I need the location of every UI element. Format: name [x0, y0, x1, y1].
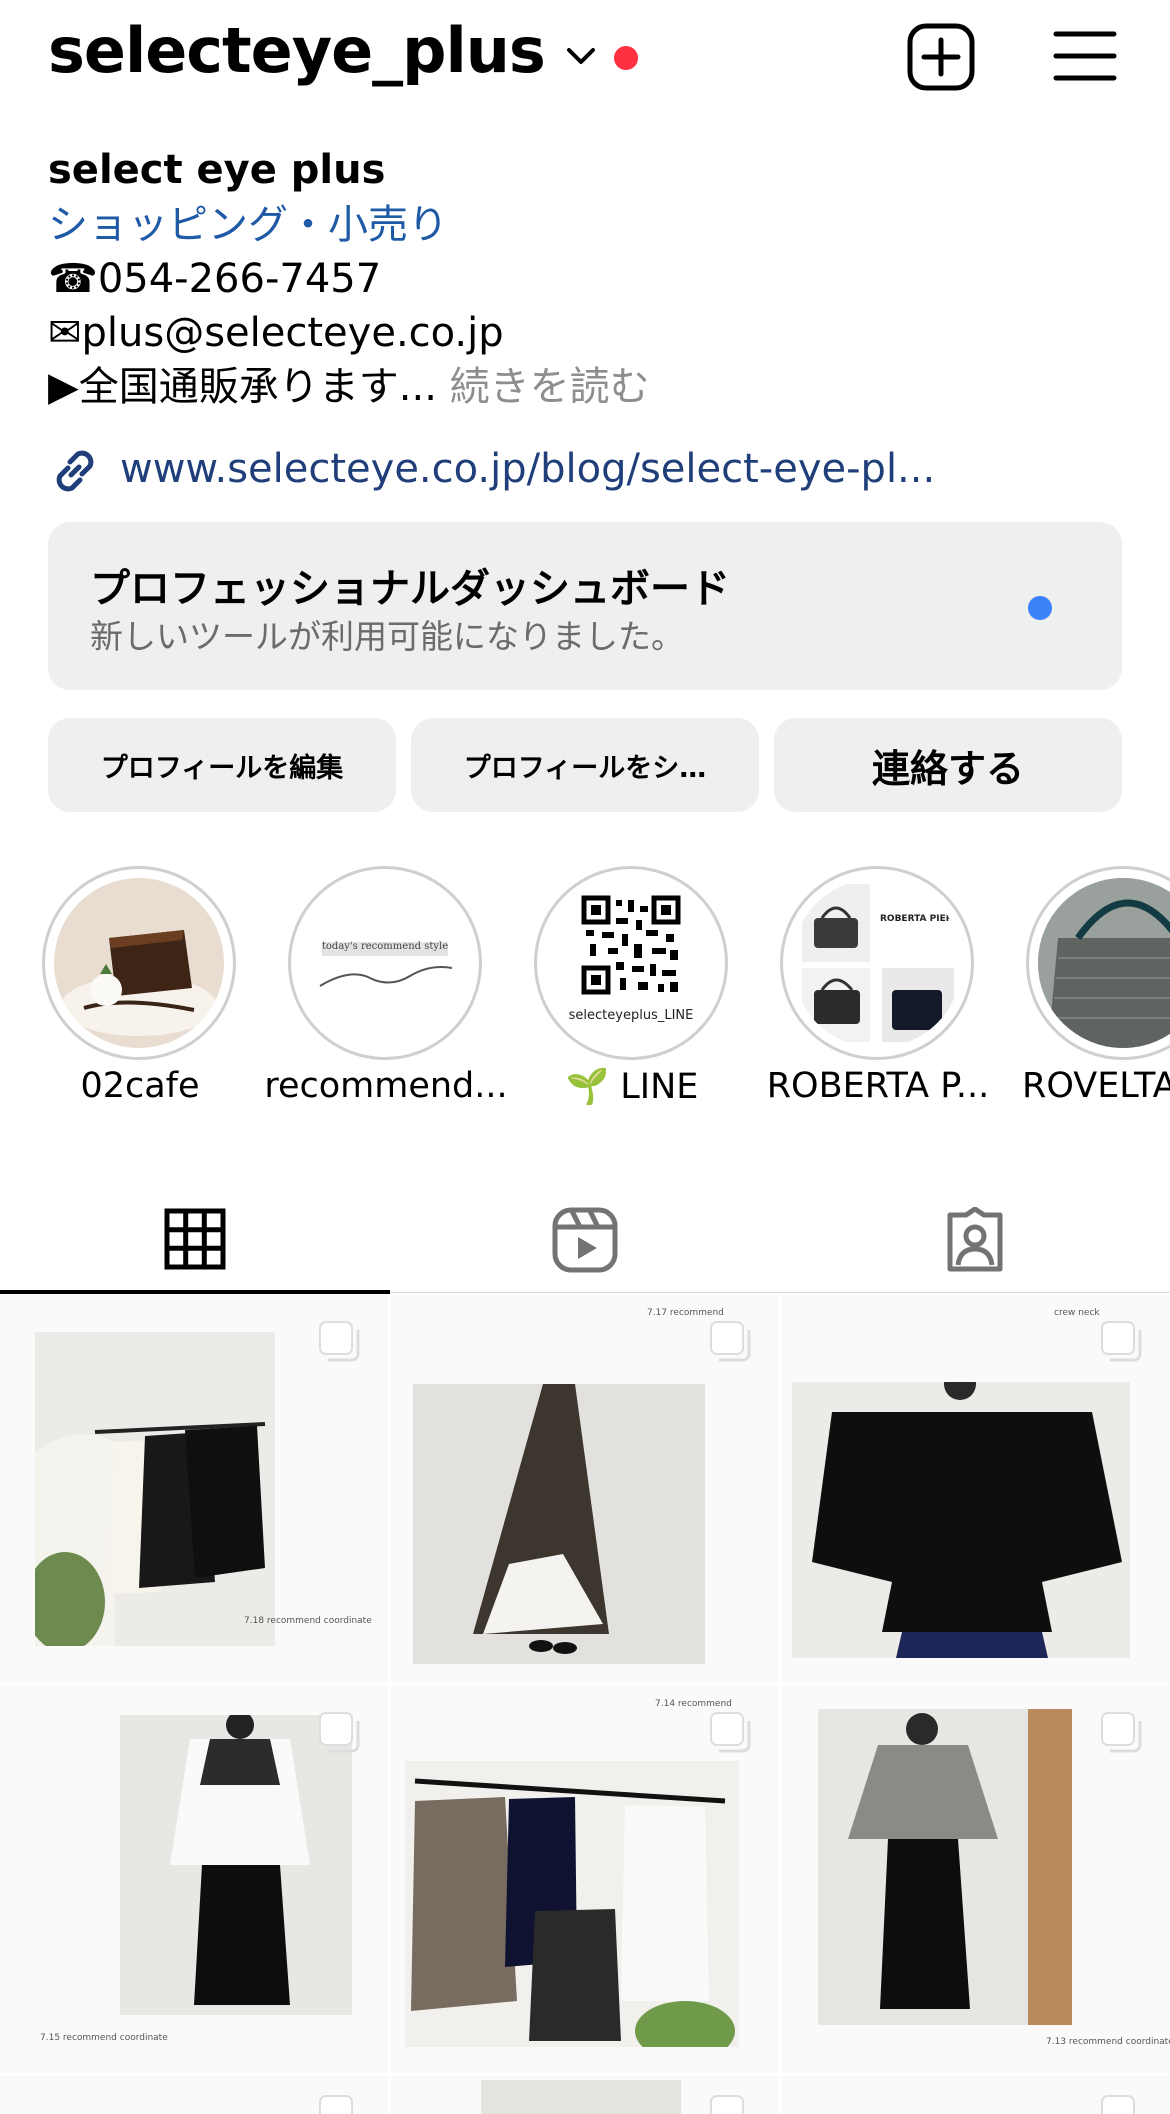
carousel-icon	[710, 1321, 751, 1362]
carousel-icon	[1101, 1712, 1142, 1753]
highlight-label: ROVELTA	[1022, 1066, 1170, 1106]
top-bar: selecteye_plus	[0, 0, 1170, 120]
bags-image	[802, 884, 954, 1042]
website-link[interactable]: www.selecteye.co.jp/blog/select-eye-pl..…	[120, 444, 935, 494]
hamburger-menu-icon[interactable]	[1052, 28, 1118, 84]
post-caption: 7.13 recommend coordinate	[1046, 2037, 1170, 2047]
link-icon	[56, 450, 94, 492]
carousel-icon	[1101, 2095, 1135, 2114]
website-link-row[interactable]: www.selecteye.co.jp/blog/select-eye-pl..…	[48, 440, 1128, 500]
post-caption: 7.15 recommend coordinate	[40, 2033, 168, 2043]
tagged-person-icon	[947, 1207, 1003, 1272]
carousel-icon	[319, 2095, 353, 2114]
notification-badge	[614, 46, 638, 70]
profile-bio: select eye plus ショッピング・小売り ☎054-266-7457…	[48, 142, 1128, 414]
highlight-cover-text: selecteyeplus_LINE	[568, 1008, 694, 1023]
profile-phone[interactable]: ☎054-266-7457	[48, 252, 1128, 306]
post-thumbnail[interactable]: 7.15 recommend coordinate	[0, 1685, 388, 2073]
post-image	[120, 1715, 352, 2015]
post-thumbnail[interactable]: 7.13 recommend coordinate	[782, 1685, 1170, 2073]
carousel-icon	[319, 1712, 360, 1753]
highlight-label: 🌱 LINE	[565, 1067, 699, 1107]
reels-icon	[552, 1207, 618, 1273]
contact-button[interactable]: 連絡する	[774, 718, 1122, 812]
new-badge-dot	[1028, 596, 1052, 620]
scribble-image	[319, 966, 453, 987]
post-thumbnail[interactable]: 7.18 recommend coordinate	[0, 1294, 388, 1682]
carousel-icon	[710, 1712, 751, 1753]
cake-image	[61, 930, 217, 1036]
post-thumbnail[interactable]: 7.17 recommend	[391, 1294, 779, 1682]
highlight-cover[interactable]: selecteyeplus_LINE	[534, 866, 728, 1060]
highlight-cover[interactable]	[1026, 866, 1170, 1060]
carousel-icon	[1101, 1321, 1142, 1362]
carousel-icon	[710, 2095, 744, 2114]
tab-posts-grid[interactable]	[0, 1188, 390, 1294]
post-caption: 7.14 recommend	[655, 1699, 732, 1709]
profile-category[interactable]: ショッピング・小売り	[48, 198, 1128, 252]
tab-tagged[interactable]	[780, 1188, 1170, 1292]
username-switcher[interactable]: selecteye_plus	[48, 14, 546, 87]
post-caption: 7.17 recommend	[647, 1308, 724, 1318]
highlight-label: recommend...	[264, 1066, 508, 1106]
share-profile-button[interactable]: プロフィールをシ…	[411, 718, 759, 812]
grid-icon	[164, 1208, 226, 1270]
tab-reels[interactable]	[390, 1188, 780, 1292]
post-thumbnail[interactable]: 7.14 recommend	[391, 1685, 779, 2073]
highlight-cover-text: today's recommend style	[321, 941, 449, 952]
profile-bio-note: ▶全国通販承ります... 続きを読む	[48, 360, 1128, 414]
woven-bag-image	[1038, 878, 1170, 1048]
post-image	[35, 1332, 275, 1646]
profile-email[interactable]: ✉plus@selecteye.co.jp	[48, 306, 1128, 360]
read-more-link[interactable]: 続きを読む	[437, 364, 650, 410]
highlight-cover[interactable]	[42, 866, 236, 1060]
chevron-down-icon[interactable]	[566, 44, 596, 68]
profile-content-tabs	[0, 1188, 1170, 1294]
profile-display-name: select eye plus	[48, 147, 386, 193]
post-image	[405, 1761, 739, 2047]
highlight-cover[interactable]: today's recommend style	[288, 866, 482, 1060]
highlight-label: 02cafe	[80, 1066, 200, 1106]
post-thumbnail[interactable]	[0, 2076, 388, 2114]
carousel-icon	[319, 1321, 360, 1362]
post-thumbnail[interactable]	[782, 2076, 1170, 2114]
professional-dashboard-card[interactable]: プロフェッショナルダッシュボード 新しいツールが利用可能になりました。	[48, 522, 1122, 690]
dashboard-title: プロフェッショナルダッシュボード	[90, 566, 730, 612]
highlight-cover-text: ROBERTA PIERI	[879, 914, 957, 924]
highlight-cover[interactable]: ROBERTA PIERI	[780, 866, 974, 1060]
post-image	[792, 1382, 1130, 1658]
dashboard-subtitle: 新しいツールが利用可能になりました。	[90, 617, 684, 656]
post-image	[818, 1709, 1072, 2025]
plus-square-icon[interactable]	[906, 22, 976, 92]
post-thumbnail[interactable]: crew neck	[782, 1294, 1170, 1682]
post-caption: crew neck	[1054, 1308, 1100, 1318]
bio-note-text: ▶全国通販承ります...	[48, 364, 437, 410]
post-image	[413, 1384, 705, 1664]
post-thumbnail[interactable]	[391, 2076, 779, 2114]
edit-profile-button[interactable]: プロフィールを編集	[48, 718, 396, 812]
post-caption: 7.18 recommend coordinate	[244, 1616, 372, 1626]
